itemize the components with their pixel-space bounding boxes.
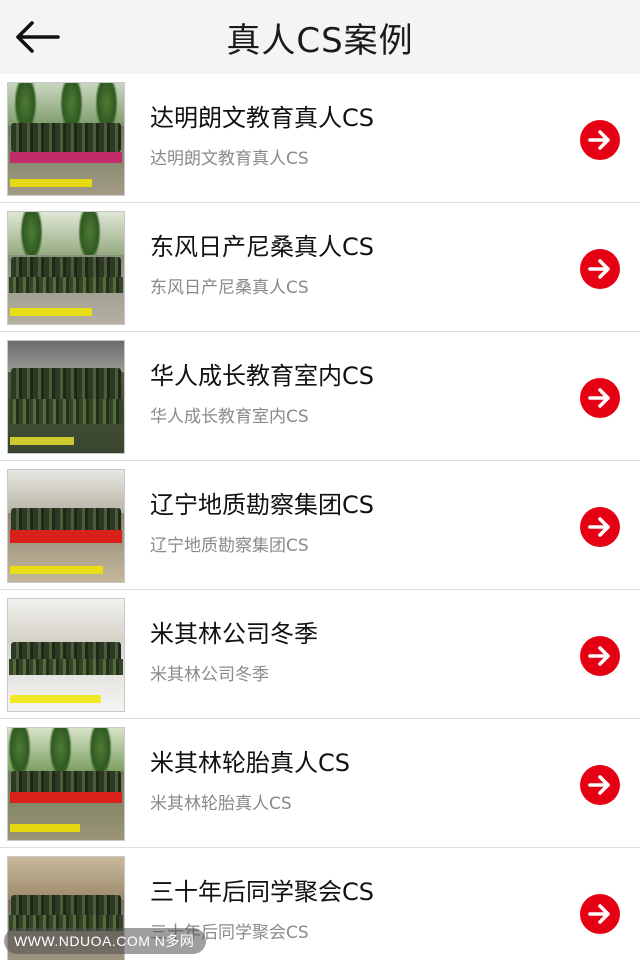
case-subtitle: 达明朗文教育真人CS <box>150 149 309 169</box>
go-button[interactable] <box>580 249 620 289</box>
case-thumbnail <box>7 211 125 325</box>
case-subtitle: 华人成长教育室内CS <box>150 407 309 427</box>
case-thumbnail <box>7 82 125 196</box>
arrow-right-icon <box>588 130 610 150</box>
case-title: 达明朗文教育真人CS <box>150 104 374 132</box>
arrow-right-icon <box>588 904 610 924</box>
arrow-right-icon <box>588 388 610 408</box>
go-button[interactable] <box>580 894 620 934</box>
list-item[interactable]: 东风日产尼桑真人CS 东风日产尼桑真人CS <box>0 203 640 332</box>
go-button[interactable] <box>580 636 620 676</box>
case-subtitle: 东风日产尼桑真人CS <box>150 278 309 298</box>
go-button[interactable] <box>580 378 620 418</box>
arrow-right-icon <box>588 775 610 795</box>
case-subtitle: 米其林公司冬季 <box>150 665 269 685</box>
list-item[interactable]: 华人成长教育室内CS 华人成长教育室内CS <box>0 332 640 461</box>
case-thumbnail <box>7 340 125 454</box>
page-title: 真人CS案例 <box>226 20 414 61</box>
back-button[interactable] <box>10 12 64 62</box>
case-title: 米其林公司冬季 <box>150 620 318 648</box>
list-item[interactable]: 米其林公司冬季 米其林公司冬季 <box>0 590 640 719</box>
case-thumbnail <box>7 469 125 583</box>
case-title: 辽宁地质勘察集团CS <box>150 491 374 519</box>
arrow-left-icon <box>16 21 60 53</box>
case-thumbnail <box>7 598 125 712</box>
go-button[interactable] <box>580 507 620 547</box>
list-item[interactable]: 辽宁地质勘察集团CS 辽宁地质勘察集团CS <box>0 461 640 590</box>
case-subtitle: 米其林轮胎真人CS <box>150 794 292 814</box>
case-subtitle: 辽宁地质勘察集团CS <box>150 536 309 556</box>
header-bar: 真人CS案例 <box>0 0 640 74</box>
arrow-right-icon <box>588 517 610 537</box>
case-list: 达明朗文教育真人CS 达明朗文教育真人CS 东风日产尼桑真人CS 东风日产尼桑真… <box>0 74 640 960</box>
arrow-right-icon <box>588 646 610 666</box>
case-title: 三十年后同学聚会CS <box>150 878 374 906</box>
case-thumbnail <box>7 727 125 841</box>
list-item[interactable]: 米其林轮胎真人CS 米其林轮胎真人CS <box>0 719 640 848</box>
go-button[interactable] <box>580 765 620 805</box>
go-button[interactable] <box>580 120 620 160</box>
case-title: 米其林轮胎真人CS <box>150 749 350 777</box>
list-item[interactable]: 达明朗文教育真人CS 达明朗文教育真人CS <box>0 74 640 203</box>
case-title: 华人成长教育室内CS <box>150 362 374 390</box>
watermark: WWW.NDUOA.COM N多网 <box>4 928 207 954</box>
arrow-right-icon <box>588 259 610 279</box>
case-title: 东风日产尼桑真人CS <box>150 233 374 261</box>
